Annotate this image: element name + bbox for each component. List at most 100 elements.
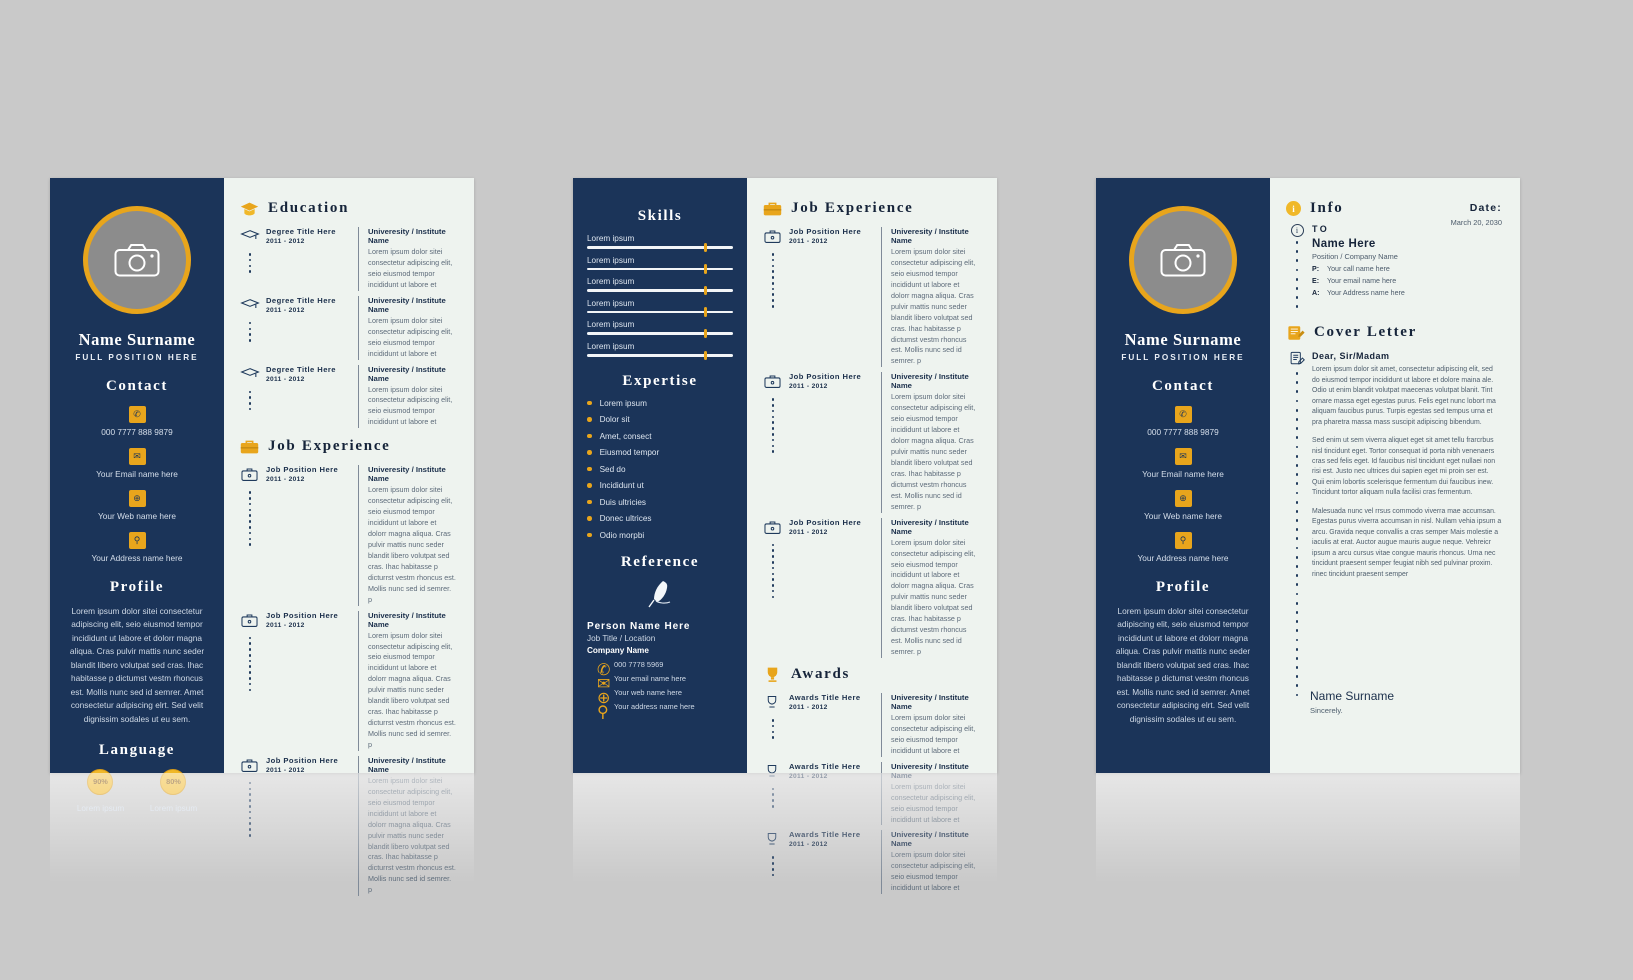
- contact-phone[interactable]: ✆ 000 7777 888 9879: [1110, 404, 1256, 437]
- entry-organization: Univeresity / Institute Name: [368, 295, 446, 314]
- info-row-key: E:: [1312, 277, 1320, 285]
- entry-description: Lorem ipsum dolor sitei consectetur adip…: [368, 630, 456, 749]
- rail-dot: [248, 502, 252, 506]
- skill-knob[interactable]: [703, 307, 708, 317]
- entry-title-col: Awards Title Here 2011 - 2012: [789, 762, 861, 826]
- education-list: Degree Title Here 2011 - 2012 Univeresity …: [240, 227, 456, 429]
- rail-dot: [771, 287, 775, 291]
- graduation-cap-icon: [240, 230, 260, 239]
- skill-knob[interactable]: [703, 350, 708, 360]
- contact-email[interactable]: ✉ Your Email name here: [1110, 446, 1256, 479]
- entry-title-col: Job Position Here 2011 - 2012: [789, 227, 861, 367]
- skill-knob[interactable]: [703, 285, 708, 296]
- cover-letter-page-3: Name Surname FULL POSITION HERE Contact …: [1096, 178, 1520, 773]
- entry-organization: Univeresity / Institute Name: [891, 692, 969, 711]
- dot-rail: [240, 253, 260, 273]
- rail-dot: [1295, 454, 1299, 458]
- timeline-entry: Job Position Here 2011 - 2012 Univeresity …: [763, 227, 979, 368]
- date-value: March 20, 2030: [1450, 218, 1502, 227]
- camera-icon: [114, 244, 160, 277]
- skill-knob[interactable]: [703, 328, 708, 339]
- entry-right: Univeresity / Institute Name Lorem ipsum …: [881, 830, 979, 895]
- reference-job-title: Job Title / Location: [587, 633, 656, 643]
- contact-web[interactable]: ⊕ Your Web name here: [1110, 488, 1256, 521]
- timeline-entry: Awards Title Here 2011 - 2012 Univeresity …: [763, 761, 979, 826]
- job-position-subtitle: FULL POSITION HERE: [75, 353, 199, 362]
- entry-dates: 2011 - 2012: [789, 703, 828, 711]
- entry-title: Job Position Here: [266, 755, 339, 765]
- bullet-icon: [587, 532, 592, 538]
- skill-item[interactable]: Lorem ipsum: [587, 277, 733, 296]
- entry-right: Univeresity / Institute Name Lorem ipsum …: [358, 227, 456, 291]
- rail-dot: [771, 730, 775, 734]
- skill-knob[interactable]: [703, 264, 708, 274]
- skill-item[interactable]: Lorem ipsum: [587, 342, 733, 360]
- feather-pen-icon: [648, 580, 671, 607]
- timeline-entry: Awards Title Here 2011 - 2012 Univeresity …: [763, 830, 979, 895]
- expertise-list: Lorem ipsum Dolor sit Amet, consect Eiusmod…: [587, 399, 733, 540]
- contact-address[interactable]: ⚲ Your Address name here: [1110, 530, 1256, 563]
- rail-dot: [1295, 445, 1299, 449]
- rail-dot: [1295, 693, 1299, 697]
- skill-track[interactable]: [587, 242, 733, 252]
- skill-track[interactable]: [587, 307, 733, 317]
- skill-track[interactable]: [587, 285, 733, 296]
- dot-rail: [763, 787, 783, 808]
- reference-name: Person Name Here: [587, 620, 691, 632]
- entry-description: Lorem ipsum dolor sitei consectetur adip…: [891, 781, 976, 824]
- entry-left: Job Position Here 2011 - 2012: [240, 611, 358, 751]
- language-percent: 80%: [160, 768, 187, 795]
- skill-item[interactable]: Lorem ipsum: [587, 299, 733, 317]
- bullet-icon: [587, 433, 592, 439]
- dot-rail: [1295, 241, 1299, 309]
- dot-rail: [763, 856, 783, 877]
- skill-track[interactable]: [587, 328, 733, 339]
- reference-web-value: Your web name here: [614, 687, 682, 697]
- education-section-header: Education: [240, 200, 456, 217]
- page3-sidebar: Name Surname FULL POSITION HERE Contact …: [1096, 178, 1270, 773]
- entry-icon-col: [240, 611, 260, 751]
- contact-phone-value: 000 7777 888 9879: [1147, 427, 1219, 437]
- expertise-label: Odio morpbi: [599, 530, 645, 540]
- entry-dates: 2011 - 2012: [266, 306, 305, 314]
- skill-item[interactable]: Lorem ipsum: [587, 234, 733, 252]
- coverletter-section-header: Cover Letter: [1286, 324, 1502, 341]
- rail-dot: [248, 514, 252, 517]
- reference-phone[interactable]: ✆ 000 7778 5969: [587, 660, 733, 679]
- skill-knob[interactable]: [703, 242, 708, 252]
- rail-dot: [248, 390, 252, 394]
- rail-dot: [1295, 555, 1299, 559]
- rail-dot: [771, 450, 775, 453]
- jobexp2-section-header: Job Experience: [763, 200, 979, 217]
- entry-description: Lorem ipsum dolor sitei consectetur adip…: [368, 384, 453, 427]
- entry-title-col: Job Position Here 2011 - 2012: [266, 465, 338, 605]
- skill-item[interactable]: Lorem ipsum: [587, 320, 733, 339]
- expertise-label: Duis ultricies: [599, 497, 647, 507]
- avatar[interactable]: [1129, 206, 1237, 314]
- briefcase-icon: [240, 440, 259, 454]
- rail-dot: [771, 427, 775, 430]
- rail-dot: [248, 805, 252, 808]
- timeline-entry: Degree Title Here 2011 - 2012 Univeresity …: [240, 227, 456, 291]
- contact-address[interactable]: ⚲ Your Address name here: [64, 530, 210, 563]
- contact-email[interactable]: ✉ Your Email name here: [64, 446, 210, 479]
- rail-dot: [248, 339, 252, 342]
- skill-item[interactable]: Lorem ipsum: [587, 256, 733, 274]
- contact-phone[interactable]: ✆ 000 7777 888 9879: [64, 404, 210, 437]
- trophy-icon: [767, 668, 778, 683]
- contact-web[interactable]: ⊕ Your Web name here: [64, 488, 210, 521]
- date-block: Date: March 20, 2030: [1451, 202, 1502, 227]
- rail-dot: [1295, 647, 1299, 651]
- avatar[interactable]: [83, 206, 191, 314]
- info-to-body: TO Name Here Position / Company Name P: …: [1308, 224, 1502, 308]
- trophy-icon: [767, 764, 777, 777]
- feather-pen-wrap: [587, 580, 733, 615]
- timeline-entry: Job Position Here 2011 - 2012 Univeresity …: [763, 517, 979, 658]
- skill-track[interactable]: [587, 350, 733, 360]
- contact-heading: Contact: [105, 378, 169, 394]
- rail-dot: [1295, 656, 1299, 660]
- skill-track[interactable]: [587, 264, 733, 274]
- rail-dot: [248, 781, 252, 785]
- entry-title: Degree Title Here: [266, 227, 336, 236]
- briefcase-icon: [764, 230, 781, 243]
